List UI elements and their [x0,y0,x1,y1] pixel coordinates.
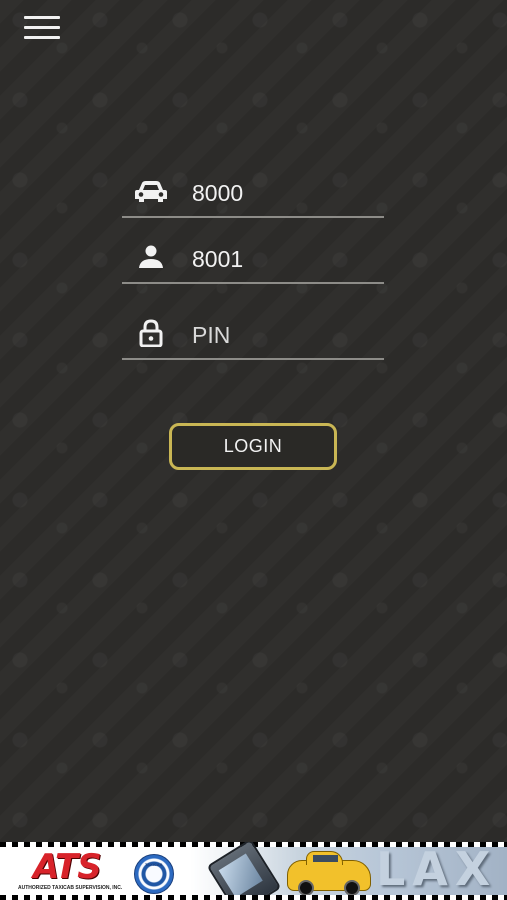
driver-input[interactable] [192,242,377,276]
ats-logo: ATS [33,847,102,887]
lock-icon [134,318,168,348]
menu-button[interactable] [24,16,62,42]
menu-line-middle [24,26,60,29]
phone-image [206,842,282,900]
ats-subtitle: AUTHORIZED TAXICAB SUPERVISION, INC. [18,885,123,891]
menu-line-bottom [24,36,60,39]
taxicab-seal-icon [134,854,174,894]
lax-sign: LAX [376,842,498,896]
car-icon [134,176,168,206]
driver-field [122,224,384,284]
pin-field [122,290,384,360]
advertisement-banner[interactable]: ATS AUTHORIZED TAXICAB SUPERVISION, INC.… [0,842,507,900]
login-form [122,158,384,360]
person-icon [134,242,168,272]
vehicle-input[interactable] [192,176,377,210]
taxi-window [313,855,338,862]
menu-line-top [24,16,60,19]
pin-input[interactable] [192,318,377,352]
taxi-wheel-front [298,880,314,896]
login-button[interactable]: LOGIN [169,423,337,470]
vehicle-field [122,158,384,218]
taxi-wheel-rear [344,880,360,896]
seal-text: TAXICAB [145,862,163,867]
checkered-bottom-border [0,895,507,900]
taxi-image [287,851,371,896]
